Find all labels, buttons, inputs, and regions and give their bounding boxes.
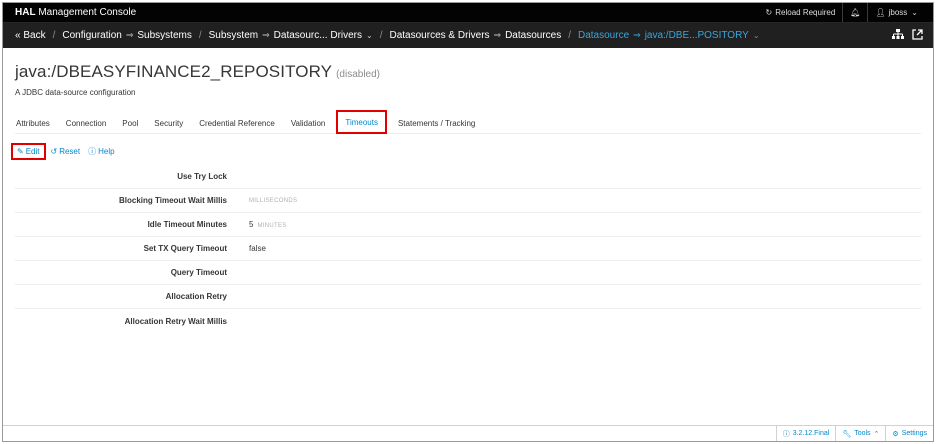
form-toolbar: ✎ Edit ↺ Reset ⓘ Help [11, 143, 921, 160]
chevron-up-icon: ⌃ [873, 430, 880, 438]
version-label: 3.2.12.Final [792, 430, 830, 437]
breadcrumb-current[interactable]: java:/DBE...POSITORY [645, 30, 749, 41]
field-label: Idle Timeout Minutes [147, 220, 227, 229]
breadcrumb-ds-and-drivers[interactable]: Datasources & Drivers [390, 30, 490, 41]
arrow-right-icon: ⇒ [633, 30, 641, 40]
field-label: Blocking Timeout Wait Millis [118, 196, 227, 205]
field-value: 5 MINUTES [249, 220, 287, 229]
form-row: Set TX Query Timeout false [15, 237, 921, 261]
field-label: Allocation Retry Wait Millis [124, 316, 227, 326]
arrow-right-icon: ⇒ [262, 30, 270, 40]
tab-credential-reference[interactable]: Credential Reference [191, 113, 283, 133]
edit-label: Edit [25, 147, 40, 156]
tools-menu[interactable]: 🔧︎ Tools ⌃ [835, 426, 885, 441]
field-label: Use Try Lock [177, 172, 227, 181]
breadcrumb-subsystem[interactable]: Subsystem [209, 30, 258, 41]
field-label: Allocation Retry [165, 292, 227, 301]
tab-validation[interactable]: Validation [283, 113, 334, 133]
brand-bold: HAL [15, 7, 36, 18]
unit-label: MINUTES [257, 223, 287, 229]
breadcrumb-separator: / [568, 30, 571, 41]
breadcrumb: « Back / Configuration ⇒ Subsystems / Su… [3, 23, 933, 48]
form-row: Allocation Retry [15, 285, 921, 309]
chevron-down-icon: ⌄ [911, 8, 918, 17]
wrench-icon: 🔧︎ [842, 430, 852, 438]
form-row: Use Try Lock [15, 165, 921, 189]
form-row: Blocking Timeout Wait Millis MILLISECOND… [15, 189, 921, 213]
tab-attributes[interactable]: Attributes [15, 113, 58, 133]
tab-timeouts[interactable]: Timeouts [336, 110, 387, 134]
field-value: false [249, 244, 266, 253]
unit-label: MILLISECONDS [249, 197, 298, 204]
app-window: HAL Management Console ↻ Reload Required… [2, 2, 934, 442]
user-menu[interactable]: 👤︎ jboss ⌄ [867, 3, 925, 22]
arrow-right-icon: ⇒ [125, 30, 134, 40]
status-label: (disabled) [336, 69, 380, 80]
chevron-down-icon[interactable]: ⌄ [366, 31, 373, 40]
notifications-button[interactable]: 🔔︎ [842, 3, 867, 22]
breadcrumb-datasources[interactable]: Datasources [505, 30, 561, 41]
breadcrumb-datasources-drivers[interactable]: Datasourc... Drivers [274, 30, 362, 41]
brand[interactable]: HAL Management Console [15, 7, 136, 18]
settings-label: Settings [901, 430, 927, 437]
chevron-down-icon[interactable]: ⌄ [753, 31, 760, 40]
question-circle-icon: ⓘ [88, 147, 97, 156]
form-row: Idle Timeout Minutes 5 MINUTES [15, 213, 921, 237]
tab-pool[interactable]: Pool [114, 113, 146, 133]
gears-icon: ⚙ [892, 430, 899, 438]
brand-rest: Management Console [35, 7, 137, 18]
tab-statements-tracking[interactable]: Statements / Tracking [390, 113, 483, 133]
pencil-icon: ✎ [17, 147, 24, 156]
breadcrumb-subsystems[interactable]: Subsystems [137, 30, 191, 41]
bell-icon: 🔔︎ [850, 8, 861, 17]
field-value: MILLISECONDS [249, 198, 297, 204]
reset-label: Reset [59, 147, 81, 156]
breadcrumb-separator: / [379, 30, 383, 41]
breadcrumb-separator: / [52, 30, 56, 41]
reload-required-button[interactable]: ↻ Reload Required [759, 3, 843, 22]
page-subtitle: A JDBC data-source configuration [15, 88, 136, 97]
page-header: java:/DBEASYFINANCE2_REPOSITORY (disable… [15, 62, 921, 82]
form-row: Allocation Retry Wait Millis [15, 309, 921, 333]
edit-button[interactable]: ✎ Edit [11, 143, 46, 160]
tools-label: Tools [854, 430, 871, 437]
user-name: jboss [888, 8, 908, 17]
help-label: Help [98, 147, 115, 156]
masthead-actions: ↻ Reload Required 🔔︎ 👤︎ jboss ⌄ [759, 3, 925, 22]
info-circle-icon: ⓘ [782, 430, 790, 438]
settings-button[interactable]: ⚙ Settings [885, 426, 933, 441]
form-row: Query Timeout [15, 261, 921, 285]
undo-icon: ↺ [50, 147, 58, 156]
breadcrumb-list: « Back / Configuration ⇒ Subsystems / Su… [15, 30, 760, 41]
breadcrumb-datasource[interactable]: Datasource [578, 30, 629, 41]
breadcrumb-actions [892, 28, 923, 43]
sitemap-icon[interactable] [892, 28, 904, 43]
user-icon: 👤︎ [875, 8, 886, 17]
masthead: HAL Management Console ↻ Reload Required… [3, 3, 933, 23]
breadcrumb-configuration[interactable]: Configuration [62, 30, 121, 41]
footer: ⓘ 3.2.12.Final 🔧︎ Tools ⌃ ⚙ Settings [3, 425, 933, 441]
refresh-icon: ↻ [765, 8, 773, 17]
field-label: Query Timeout [170, 268, 227, 277]
back-link[interactable]: « Back [15, 30, 46, 41]
tab-security[interactable]: Security [146, 113, 191, 133]
version-button[interactable]: ⓘ 3.2.12.Final [775, 426, 836, 441]
timeouts-form: Use Try Lock Blocking Timeout Wait Milli… [15, 165, 921, 333]
reset-button[interactable]: ↺ Reset [48, 145, 84, 158]
tab-connection[interactable]: Connection [58, 113, 114, 133]
main-content: java:/DBEASYFINANCE2_REPOSITORY (disable… [3, 62, 933, 333]
external-link-icon[interactable] [912, 28, 923, 43]
tab-bar: Attributes Connection Pool Security Cred… [15, 110, 921, 134]
reload-label: Reload Required [775, 8, 836, 17]
arrow-right-icon: ⇒ [493, 30, 502, 40]
field-label: Set TX Query Timeout [143, 244, 227, 253]
breadcrumb-separator: / [198, 30, 202, 41]
page-title: java:/DBEASYFINANCE2_REPOSITORY [15, 62, 333, 81]
help-button[interactable]: ⓘ Help [85, 144, 117, 159]
